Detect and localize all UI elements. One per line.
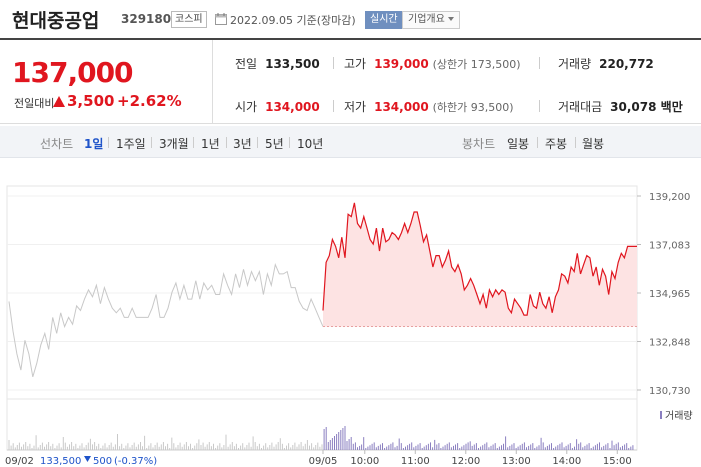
period-1d[interactable]: 1일 <box>84 135 103 152</box>
x-tick-label: 12:00 <box>451 456 480 467</box>
market-badge: 코스피 <box>171 11 207 28</box>
x-tick-label: 10:00 <box>350 456 379 467</box>
candle-monthly[interactable]: 월봉 <box>582 135 604 152</box>
stat-value: 133,500 <box>265 57 320 71</box>
stat-value: 134,000 <box>265 100 320 114</box>
candle-weekly[interactable]: 주봉 <box>545 135 567 152</box>
period-10y[interactable]: 10년 <box>297 135 323 152</box>
line-chart-label: 선차트 <box>40 137 74 151</box>
diff-label: 전일대비 <box>14 97 55 110</box>
y-tick-label: 132,848 <box>649 338 690 349</box>
chart-toolbar: 선차트 1일 1주일 3개월 1년 3년 5년 10년 봉차트 일봉 주봉 월봉 <box>0 126 701 158</box>
footer-prev-price: 133,500 <box>40 456 81 467</box>
stat-value: 30,078 백만 <box>610 100 683 114</box>
period-3m[interactable]: 3개월 <box>159 135 189 152</box>
stats-grid: 전일 133,500 고가 139,000 (상한가 173,500) 거래량 220… <box>212 40 701 124</box>
stat-volume: 거래량 220,772 <box>558 55 654 72</box>
x-tick-label: 14:00 <box>552 456 581 467</box>
stat-amount: 거래대금 30,078 백만 <box>558 98 683 115</box>
x-tick-label: 13:00 <box>502 456 531 467</box>
diff-value: 3,500 <box>67 92 115 110</box>
period-1y[interactable]: 1년 <box>201 135 220 152</box>
y-tick-label: 139,200 <box>649 192 690 203</box>
stat-high: 고가 139,000 (상한가 173,500) <box>344 55 521 72</box>
candle-daily[interactable]: 일봉 <box>507 135 529 152</box>
chevron-down-icon <box>447 17 454 21</box>
y-tick-label: 137,083 <box>649 241 690 252</box>
realtime-button[interactable]: 실시간 <box>365 11 403 29</box>
stat-label: 고가 <box>344 57 367 71</box>
x-tick-label: 09/05 <box>309 456 338 467</box>
calendar-icon <box>215 13 227 25</box>
stat-prev-close: 전일 133,500 <box>235 55 320 72</box>
diff-rate: +2.62% <box>117 92 182 110</box>
company-overview-label: 기업개요 <box>408 14 445 25</box>
footer-prev-date: 09/02 <box>5 456 34 467</box>
stat-open: 시가 134,000 <box>235 98 320 115</box>
company-overview-dropdown[interactable]: 기업개요 <box>402 11 460 29</box>
y-tick-label: 134,965 <box>649 289 690 300</box>
x-tick-label: 11:00 <box>401 456 430 467</box>
intraday-chart[interactable]: 139,200 137,083 134,965 132,848 130,730 09/05… <box>0 158 701 467</box>
down-triangle-icon <box>84 456 91 462</box>
footer-prev-change: 500 <box>93 456 112 467</box>
stat-label: 저가 <box>344 100 367 114</box>
y-tick-label: 130,730 <box>649 386 690 397</box>
period-5y[interactable]: 5년 <box>265 135 284 152</box>
stock-code: 329180 <box>121 12 172 26</box>
stat-label: 전일 <box>235 57 258 71</box>
stock-name: 현대중공업 <box>12 10 100 32</box>
stat-value: 139,000 <box>374 57 429 71</box>
volume-legend-swatch <box>660 411 662 419</box>
stat-value: 134,000 <box>374 100 429 114</box>
stat-value: 220,772 <box>599 57 654 71</box>
stat-label: 거래대금 <box>558 100 603 114</box>
candle-chart-label: 봉차트 <box>462 137 496 151</box>
stat-upper-limit: (상한가 173,500) <box>432 58 521 71</box>
stat-label: 시가 <box>235 100 258 114</box>
stat-label: 거래량 <box>558 57 592 71</box>
stat-low: 저가 134,000 (하한가 93,500) <box>344 98 514 115</box>
up-triangle-icon <box>53 96 65 107</box>
volume-legend-label: 거래량 <box>665 410 693 422</box>
x-tick-label: 15:00 <box>603 456 632 467</box>
footer-prev-rate: (-0.37%) <box>114 456 157 467</box>
current-price: 137,000 <box>12 56 134 89</box>
period-3y[interactable]: 3년 <box>233 135 252 152</box>
period-1w[interactable]: 1주일 <box>116 135 146 152</box>
basis-date-text: 2022.09.05 기준(장마감) <box>230 14 356 27</box>
stat-lower-limit: (하한가 93,500) <box>432 101 514 114</box>
chart-svg: 139,200 137,083 134,965 132,848 130,730 09/05… <box>5 185 693 467</box>
price-summary: 137,000 전일대비 3,500 +2.62% 전일 133,500 고가 13… <box>0 38 701 124</box>
